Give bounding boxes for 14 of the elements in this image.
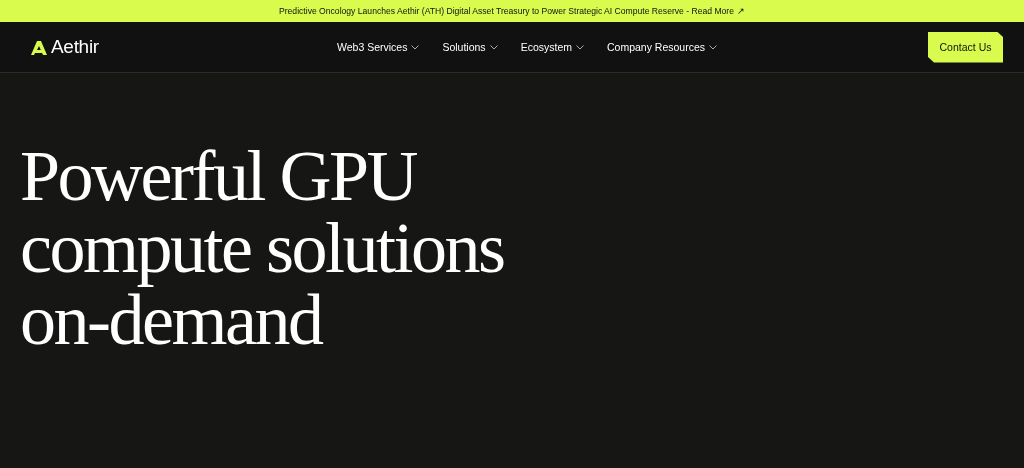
hero-headline: Powerful GPU compute solutions on-demand (20, 140, 505, 356)
nav-menu-item[interactable]: Solutions (442, 41, 498, 53)
logo-icon (30, 39, 48, 55)
nav-menu-item[interactable]: Company Resources (607, 41, 718, 53)
nav-menu-item[interactable]: Ecosystem (520, 41, 584, 53)
chevron-down-icon (576, 44, 584, 50)
nav-menu-item[interactable]: Web3 Services (337, 41, 420, 53)
chevron-down-icon (411, 44, 420, 50)
chevron-down-icon (489, 44, 498, 50)
arrow-icon: ↗ (737, 6, 745, 16)
announcement-link[interactable]: Predictive Oncology Launches Aethir (ATH) Digital Asset Treasury to Power Strategic AI Compute Reserve - Read More (279, 6, 734, 16)
contact-button[interactable]: Contact Us (928, 31, 1003, 63)
chevron-down-icon (709, 44, 718, 50)
aethir-logo[interactable]: Aethir (30, 36, 99, 58)
